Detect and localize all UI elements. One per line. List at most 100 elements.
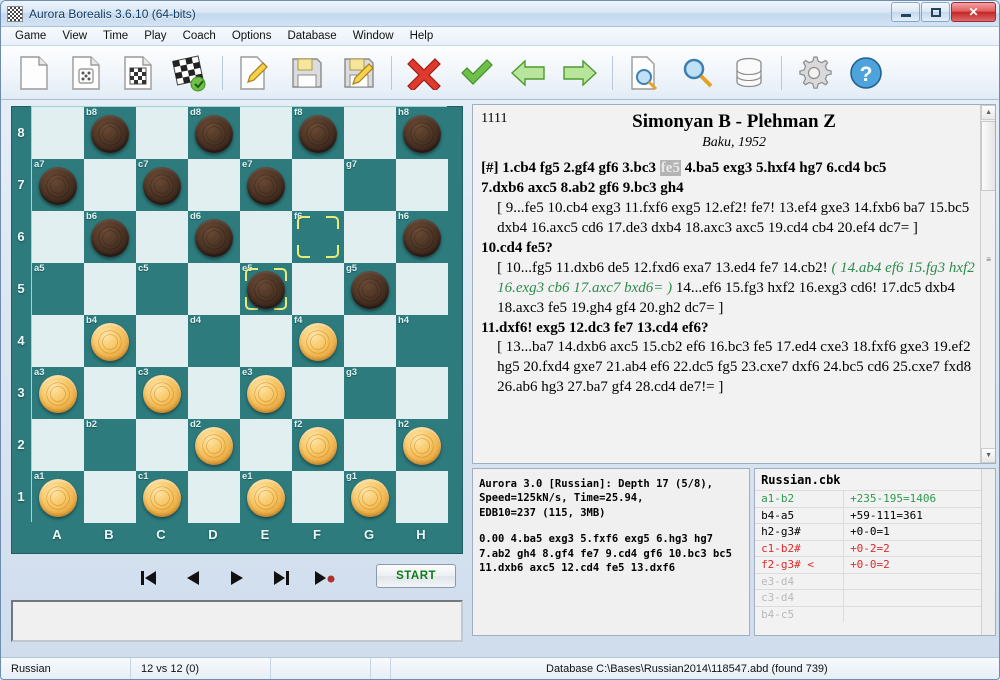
board-square-h1[interactable]	[396, 471, 448, 523]
board-square-b4[interactable]: b4	[84, 315, 136, 367]
new-document-button[interactable]	[9, 50, 59, 96]
book-move-row[interactable]: b4-a5 +59-111=361	[755, 506, 996, 523]
board-square-e8[interactable]	[240, 107, 292, 159]
menu-item-options[interactable]: Options	[224, 28, 280, 44]
board-square-a3[interactable]: a3	[32, 367, 84, 419]
move-list[interactable]: [#] 1.cb4 fg5 2.gf4 gf6 3.bc3 fe5 4.ba5 …	[473, 151, 995, 402]
book-move-row[interactable]: a1-b2 +235-195=1406	[755, 490, 996, 507]
board-square-b7[interactable]	[84, 159, 136, 211]
black-piece[interactable]	[299, 115, 337, 153]
delete-button[interactable]	[399, 50, 449, 96]
board-square-f7[interactable]	[292, 159, 344, 211]
database-button[interactable]	[724, 50, 774, 96]
board-square-c8[interactable]	[136, 107, 188, 159]
board-square-h7[interactable]	[396, 159, 448, 211]
board-document-button[interactable]	[113, 50, 163, 96]
white-piece[interactable]	[299, 323, 337, 361]
book-move-row[interactable]: f2-g3# < +0-0=2	[755, 556, 996, 573]
book-move-row[interactable]: e3-d4	[755, 572, 996, 589]
menu-item-time[interactable]: Time	[95, 28, 136, 44]
settings-button[interactable]	[789, 50, 839, 96]
board-square-d8[interactable]: d8	[188, 107, 240, 159]
variation-line[interactable]: [ 13...ba7 14.dxb6 axc5 15.cb2 ef6 16.bc…	[481, 338, 975, 398]
board-square-e5[interactable]: e5	[240, 263, 292, 315]
board-square-g7[interactable]: g7	[344, 159, 396, 211]
board-square-f8[interactable]: f8	[292, 107, 344, 159]
step-back-button[interactable]	[182, 567, 204, 589]
variation-line[interactable]: [ 10...fg5 11.dxb6 de5 12.fxd6 exa7 13.e…	[481, 259, 975, 319]
menu-item-database[interactable]: Database	[279, 28, 344, 44]
black-piece[interactable]	[247, 271, 285, 309]
board-square-d6[interactable]: d6	[188, 211, 240, 263]
board-square-g1[interactable]: g1	[344, 471, 396, 523]
back-arrow-button[interactable]	[503, 50, 553, 96]
board-square-b2[interactable]: b2	[84, 419, 136, 471]
black-piece[interactable]	[91, 115, 129, 153]
scrollbar-thumb[interactable]	[981, 121, 996, 191]
board-square-b5[interactable]	[84, 263, 136, 315]
skip-to-end-button[interactable]	[270, 567, 292, 589]
notation-scrollbar[interactable]: ▲ ≡ ▼	[980, 105, 996, 463]
board-square-c6[interactable]	[136, 211, 188, 263]
board-square-d1[interactable]	[188, 471, 240, 523]
move-line[interactable]: 11.dxf6! exg5 12.dc3 fe7 13.cd4 ef6?	[481, 319, 975, 339]
board-square-a2[interactable]	[32, 419, 84, 471]
white-piece[interactable]	[247, 375, 285, 413]
book-move-list[interactable]: a1-b2 +235-195=1406 b4-a5 +59-111=361 h2-g3#…	[755, 490, 996, 622]
black-piece[interactable]	[143, 167, 181, 205]
board-square-f4[interactable]: f4	[292, 315, 344, 367]
skip-to-start-button[interactable]	[138, 567, 160, 589]
board-square-f3[interactable]	[292, 367, 344, 419]
board-square-e6[interactable]	[240, 211, 292, 263]
board-square-f5[interactable]	[292, 263, 344, 315]
board-square-c3[interactable]: c3	[136, 367, 188, 419]
play-to-end-button[interactable]	[314, 567, 336, 589]
black-piece[interactable]	[91, 219, 129, 257]
white-piece[interactable]	[143, 375, 181, 413]
edit-document-button[interactable]	[230, 50, 280, 96]
board-square-f2[interactable]: f2	[292, 419, 344, 471]
notation-panel[interactable]: 1111 Simonyan B - Plehman Z Baku, 1952 […	[472, 104, 997, 464]
board-square-g4[interactable]	[344, 315, 396, 367]
black-piece[interactable]	[195, 219, 233, 257]
board-square-h4[interactable]: h4	[396, 315, 448, 367]
forward-arrow-button[interactable]	[555, 50, 605, 96]
board-square-f1[interactable]	[292, 471, 344, 523]
board-square-d3[interactable]	[188, 367, 240, 419]
board-square-a8[interactable]	[32, 107, 84, 159]
book-move-row[interactable]: h2-g3# +0-0=1	[755, 523, 996, 540]
board-square-g8[interactable]	[344, 107, 396, 159]
maximize-button[interactable]	[921, 2, 950, 22]
board-square-a5[interactable]: a5	[32, 263, 84, 315]
board-square-c1[interactable]: c1	[136, 471, 188, 523]
board-square-h5[interactable]	[396, 263, 448, 315]
checkerboard[interactable]: b8 d8 f8 h8 a7 c7 e7 g7 b6 d6 f6 h6 a5 c5 e5 g5 b4 d4 f4 h4…	[31, 106, 448, 523]
board-square-a1[interactable]: a1	[32, 471, 84, 523]
close-button[interactable]: ✕	[951, 2, 996, 22]
move-input-panel[interactable]	[11, 600, 463, 642]
white-piece[interactable]	[403, 427, 441, 465]
black-piece[interactable]	[247, 167, 285, 205]
variation-line[interactable]: [ 9...fe5 10.cb4 exg3 11.fxf6 exg5 12.ef…	[481, 199, 975, 239]
board-square-b8[interactable]: b8	[84, 107, 136, 159]
white-piece[interactable]	[39, 375, 77, 413]
minimize-button[interactable]	[891, 2, 920, 22]
board-square-g2[interactable]	[344, 419, 396, 471]
save-button[interactable]	[282, 50, 332, 96]
book-move-row[interactable]: c3-d4	[755, 589, 996, 606]
black-piece[interactable]	[39, 167, 77, 205]
black-piece[interactable]	[195, 115, 233, 153]
menu-item-coach[interactable]: Coach	[175, 28, 224, 44]
book-move-row[interactable]: b4-c5	[755, 605, 996, 622]
board-square-h3[interactable]	[396, 367, 448, 419]
board-square-e7[interactable]: e7	[240, 159, 292, 211]
white-piece[interactable]	[39, 479, 77, 517]
step-forward-button[interactable]	[226, 567, 248, 589]
board-square-e2[interactable]	[240, 419, 292, 471]
menu-item-help[interactable]: Help	[402, 28, 442, 44]
board-square-b6[interactable]: b6	[84, 211, 136, 263]
black-piece[interactable]	[351, 271, 389, 309]
move-line[interactable]: [#] 1.cb4 fg5 2.gf4 gf6 3.bc3 fe5 4.ba5 …	[481, 159, 975, 179]
board-square-b1[interactable]	[84, 471, 136, 523]
board-square-e3[interactable]: e3	[240, 367, 292, 419]
